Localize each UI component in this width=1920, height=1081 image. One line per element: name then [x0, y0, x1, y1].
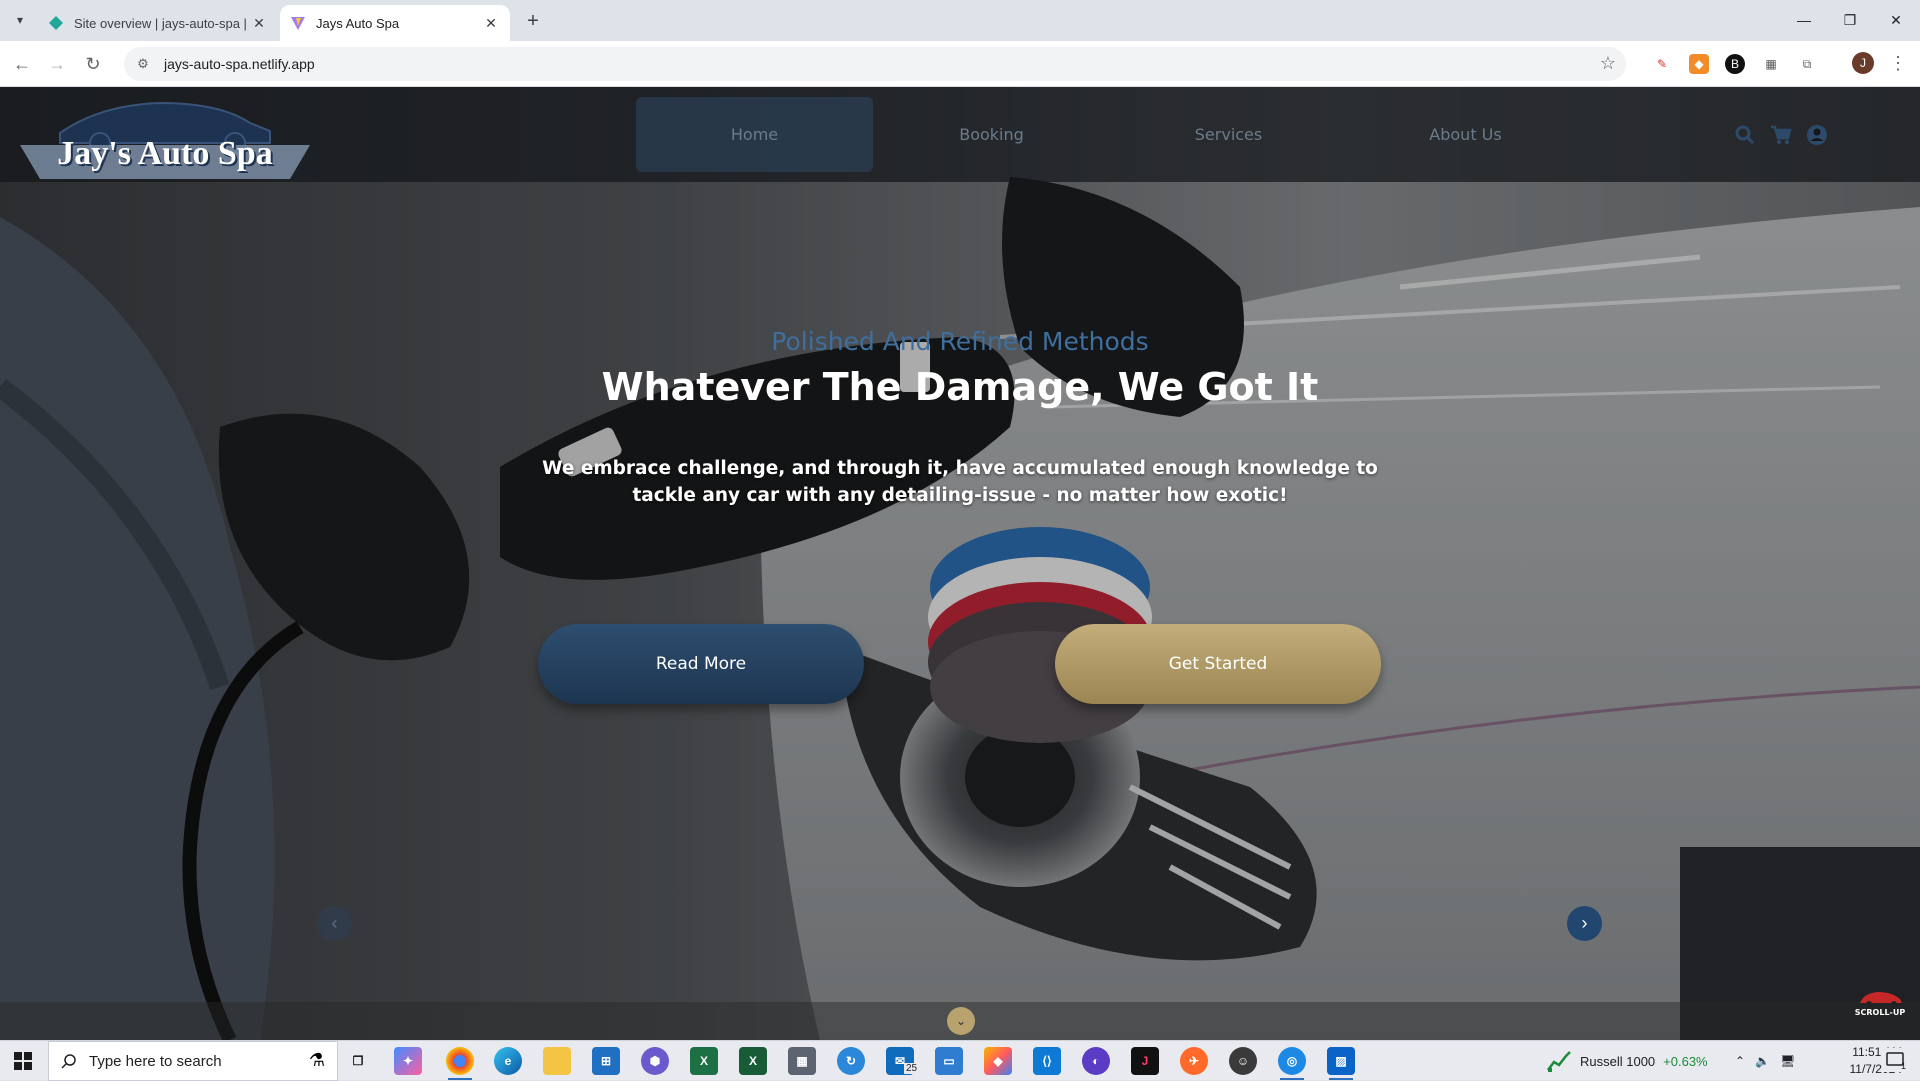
browser-toolbar: ← → ↻ ⚙ jays-auto-spa.netlify.app ☆ ✎ ◆ …: [0, 41, 1920, 87]
search-icon: [61, 1054, 76, 1069]
logo-text: Jay's Auto Spa: [57, 135, 273, 172]
metamask-extension-icon[interactable]: ◆: [1689, 54, 1709, 74]
system-tray: ⌃ 🔈 🖥: [1735, 1041, 1795, 1081]
carousel-prev-button[interactable]: ‹: [317, 906, 352, 941]
reload-button[interactable]: ↻: [79, 50, 107, 78]
extensions-puzzle-icon[interactable]: ⧉: [1797, 54, 1817, 74]
app-hexagon-icon[interactable]: ⬢: [641, 1047, 669, 1075]
nav-home[interactable]: Home: [636, 97, 873, 172]
show-hidden-icons-chevron-icon[interactable]: ⌃: [1735, 1054, 1745, 1068]
calculator-icon[interactable]: ▦: [788, 1047, 816, 1075]
pen-extension-icon[interactable]: ✎: [1652, 54, 1672, 74]
paint-app-icon[interactable]: ▨: [1327, 1047, 1355, 1080]
task-view-icon[interactable]: ❐: [344, 1047, 372, 1075]
hero-description: We embrace challenge, and through it, ha…: [542, 458, 1378, 506]
github-desktop-icon[interactable]: ☺: [1229, 1047, 1257, 1075]
tab-search-button[interactable]: ▾: [8, 8, 32, 32]
mail-badge: 25: [904, 1063, 920, 1074]
ticker-change: +0.63%: [1663, 1053, 1708, 1069]
microsoft-store-icon[interactable]: ⊞: [592, 1047, 620, 1075]
network-icon[interactable]: 🖥: [1780, 1054, 1795, 1068]
colorful-app-icon[interactable]: ◆: [984, 1047, 1012, 1075]
url-text: jays-auto-spa.netlify.app: [164, 56, 315, 72]
minimize-button[interactable]: —: [1781, 0, 1827, 40]
search-icon[interactable]: [1733, 123, 1757, 147]
profile-avatar[interactable]: J: [1852, 52, 1874, 74]
scroll-up-button[interactable]: SCROLL-UP: [1852, 987, 1908, 1023]
red-car-icon: [1860, 992, 1902, 1007]
ticker-name: Russell 1000: [1580, 1053, 1656, 1069]
windows-taskbar: Type here to search ⚗ ❐ ✦ e ⊞ ⬢ X X ▦ ↻ …: [0, 1040, 1920, 1081]
vite-favicon-icon: [291, 17, 305, 30]
volume-icon[interactable]: 🔈: [1755, 1054, 1770, 1068]
tab-title: Jays Auto Spa: [316, 15, 400, 31]
notification-count: 1: [1900, 1061, 1906, 1071]
read-more-button[interactable]: Read More: [538, 624, 864, 704]
browser-tab-bar: ▾ Site overview | jays-auto-spa | N ✕ Ja…: [0, 0, 1920, 41]
address-bar[interactable]: ⚙ jays-auto-spa.netlify.app ☆: [124, 47, 1626, 81]
restore-button[interactable]: ❐: [1827, 0, 1873, 40]
back-button[interactable]: ←: [8, 50, 36, 78]
hero-eyebrow: Polished And Refined Methods: [771, 327, 1149, 356]
vscode-icon[interactable]: ⟨⟩: [1033, 1047, 1061, 1075]
scroll-down-chevron-icon[interactable]: ⌄: [947, 1007, 975, 1035]
tab-jays-auto-spa[interactable]: Jays Auto Spa ✕: [280, 5, 510, 41]
site-info-icon[interactable]: ⚙: [132, 53, 154, 75]
edge-icon[interactable]: e: [494, 1047, 522, 1075]
close-window-button[interactable]: ✕: [1873, 0, 1919, 40]
nav-about-us[interactable]: About Us: [1347, 97, 1584, 172]
cart-icon[interactable]: [1769, 123, 1793, 147]
jetbrains-icon[interactable]: J: [1131, 1047, 1159, 1075]
site-header: Jay's Auto Spa Home Booking Services Abo…: [0, 87, 1920, 182]
window-app-icon[interactable]: ▭: [935, 1047, 963, 1075]
file-explorer-icon[interactable]: [543, 1047, 571, 1075]
web-page: Jay's Auto Spa Home Booking Services Abo…: [0, 87, 1920, 1040]
get-started-button[interactable]: Get Started: [1055, 624, 1381, 704]
user-icon[interactable]: [1805, 123, 1829, 147]
search-placeholder: Type here to search: [89, 1052, 222, 1070]
sync-app-icon[interactable]: ↻: [837, 1047, 865, 1075]
windows-logo-icon: [14, 1052, 32, 1070]
extension-b-icon[interactable]: B: [1725, 54, 1745, 74]
hero-title: Whatever The Damage, We Got It: [601, 365, 1319, 409]
start-button[interactable]: [0, 1041, 46, 1081]
hero-background-image: [0, 87, 1920, 1040]
forward-button[interactable]: →: [43, 50, 71, 78]
nav-services[interactable]: Services: [1110, 97, 1347, 172]
new-tab-button[interactable]: +: [520, 8, 546, 34]
close-tab-icon[interactable]: ✕: [482, 14, 500, 32]
netlify-favicon-icon: [49, 16, 63, 30]
science-flasks-icon: ⚗: [308, 1050, 325, 1070]
taskbar-search-box[interactable]: Type here to search ⚗: [48, 1041, 338, 1081]
copilot-icon[interactable]: ✦: [394, 1047, 422, 1075]
postman-icon[interactable]: ✈: [1180, 1047, 1208, 1075]
tab-title: Site overview | jays-auto-spa | N: [74, 15, 250, 31]
excel-alt-icon[interactable]: X: [739, 1047, 767, 1075]
close-tab-icon[interactable]: ✕: [250, 14, 268, 32]
remote-app-icon[interactable]: ◎: [1278, 1047, 1306, 1080]
notifications-icon[interactable]: 1: [1882, 1048, 1908, 1072]
stock-ticker-widget[interactable]: Russell 1000 +0.63%: [1546, 1041, 1708, 1081]
chrome-icon[interactable]: [446, 1047, 474, 1080]
carousel-next-button[interactable]: ›: [1567, 906, 1602, 941]
bookmark-star-icon[interactable]: ☆: [1600, 53, 1616, 74]
shield-app-icon[interactable]: ◐: [1082, 1047, 1110, 1075]
tab-site-overview[interactable]: Site overview | jays-auto-spa | N ✕: [38, 5, 278, 41]
stock-chart-icon: [1547, 1051, 1571, 1072]
nav-booking[interactable]: Booking: [873, 97, 1110, 172]
browser-menu-icon[interactable]: ⋮: [1888, 52, 1908, 74]
qr-extension-icon[interactable]: ▦: [1761, 54, 1781, 74]
scroll-up-label: SCROLL-UP: [1854, 1008, 1906, 1017]
excel-icon[interactable]: X: [690, 1047, 718, 1075]
